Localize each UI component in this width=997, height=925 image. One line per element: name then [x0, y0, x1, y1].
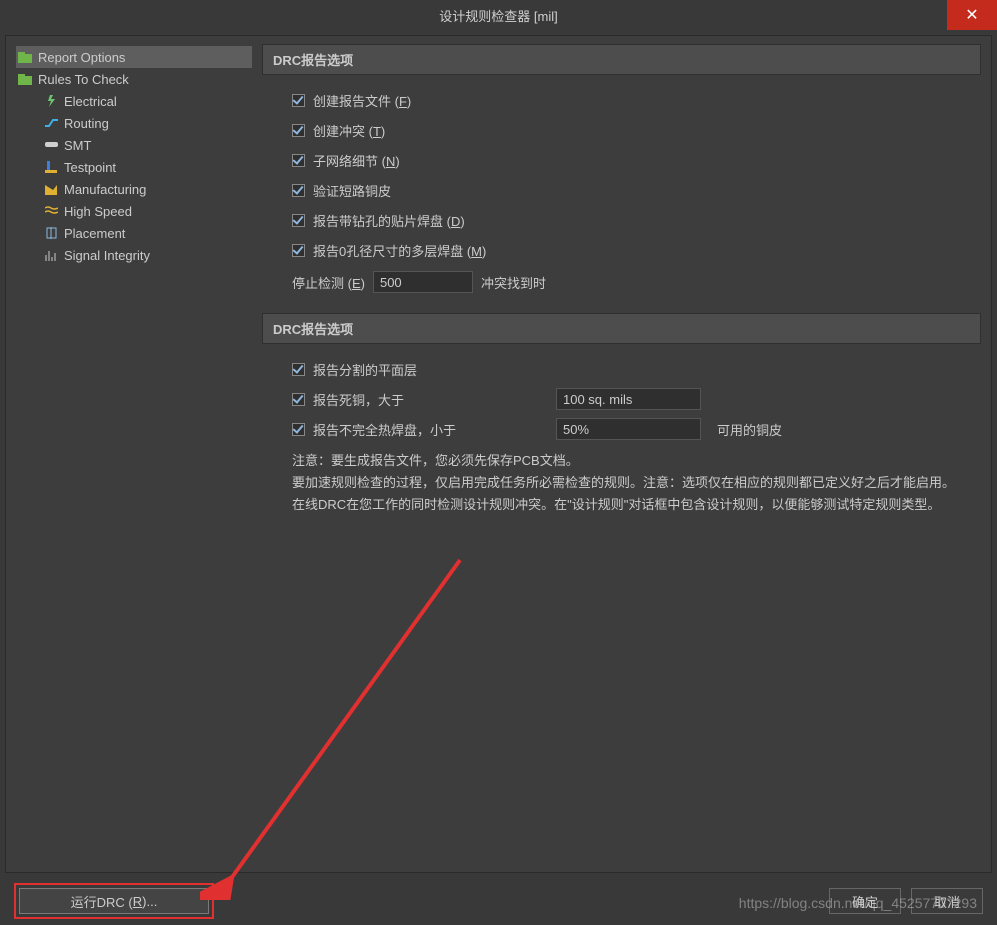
checkbox-icon[interactable]	[292, 214, 305, 227]
sidebar-item-rules-to-check[interactable]: Rules To Check	[16, 68, 252, 90]
checkbox-icon[interactable]	[292, 423, 305, 436]
checkbox-icon[interactable]	[292, 363, 305, 376]
sidebar-item-electrical[interactable]: Electrical	[16, 90, 252, 112]
placement-icon	[44, 227, 58, 239]
sidebar-item-label: Rules To Check	[38, 72, 129, 87]
sidebar-item-label: Manufacturing	[64, 182, 146, 197]
run-highlight: 运行DRC (R)...	[14, 883, 214, 919]
manufacturing-icon	[44, 183, 58, 195]
stop-row: 停止检测 (E) 冲突找到时	[292, 265, 971, 299]
check-split-plane[interactable]: 报告分割的平面层	[292, 354, 971, 384]
sidebar-item-label: Routing	[64, 116, 109, 131]
section2-header: DRC报告选项	[262, 313, 981, 344]
sidebar-item-label: High Speed	[64, 204, 132, 219]
content-panel: DRC报告选项 创建报告文件 (F) 创建冲突 (T) 子网络细节 (N) 验证…	[256, 36, 991, 872]
dead-copper-input[interactable]	[556, 388, 701, 410]
check-thermal-label: 报告不完全热焊盘，小于	[313, 420, 456, 439]
sidebar-item-label: Electrical	[64, 94, 117, 109]
sidebar-item-placement[interactable]: Placement	[16, 222, 252, 244]
smt-icon	[44, 139, 58, 151]
check-create-violations[interactable]: 创建冲突 (T)	[292, 115, 971, 145]
stop-label: 停止检测 (E)	[292, 273, 365, 292]
check-dead-copper-row: 报告死铜，大于	[292, 384, 971, 414]
sidebar-item-routing[interactable]: Routing	[16, 112, 252, 134]
sidebar-item-manufacturing[interactable]: Manufacturing	[16, 178, 252, 200]
check-multilayer-pads[interactable]: 报告0孔径尺寸的多层焊盘 (M)	[292, 235, 971, 265]
checkbox-icon[interactable]	[292, 94, 305, 107]
section1-header: DRC报告选项	[262, 44, 981, 75]
sidebar-item-high-speed[interactable]: High Speed	[16, 200, 252, 222]
sidebar-item-label: Report Options	[38, 50, 125, 65]
checkbox-icon[interactable]	[292, 154, 305, 167]
folder-icon	[18, 51, 32, 63]
stop-input[interactable]	[373, 271, 473, 293]
section1-body: 创建报告文件 (F) 创建冲突 (T) 子网络细节 (N) 验证短路铜皮 报告带…	[262, 75, 981, 313]
testpoint-icon	[44, 161, 58, 173]
thermal-input[interactable]	[556, 418, 701, 440]
check-thermal-row: 报告不完全热焊盘，小于 可用的铜皮	[292, 414, 971, 444]
sidebar-item-label: SMT	[64, 138, 91, 153]
check-subnet-details[interactable]: 子网络细节 (N)	[292, 145, 971, 175]
title-bar: 设计规则检查器 [mil] ✕	[0, 0, 997, 30]
checkbox-icon[interactable]	[292, 184, 305, 197]
sidebar-item-label: Signal Integrity	[64, 248, 150, 263]
sidebar-item-label: Testpoint	[64, 160, 116, 175]
check-create-report[interactable]: 创建报告文件 (F)	[292, 85, 971, 115]
checkbox-icon[interactable]	[292, 393, 305, 406]
checkbox-icon[interactable]	[292, 244, 305, 257]
sidebar-item-report-options[interactable]: Report Options	[16, 46, 252, 68]
check-dead-copper-label: 报告死铜，大于	[313, 390, 404, 409]
window-title: 设计规则检查器 [mil]	[439, 6, 557, 25]
note-text: 注意：要生成报告文件，您必须先保存PCB文档。 要加速规则检查的过程，仅启用完成…	[292, 450, 971, 516]
ok-button[interactable]: 确定	[829, 888, 901, 914]
cancel-button[interactable]: 取消	[911, 888, 983, 914]
check-verify-short-copper[interactable]: 验证短路铜皮	[292, 175, 971, 205]
check-drilled-smt[interactable]: 报告带钻孔的贴片焊盘 (D)	[292, 205, 971, 235]
electrical-icon	[44, 95, 58, 107]
close-button[interactable]: ✕	[947, 0, 997, 30]
sidebar-item-testpoint[interactable]: Testpoint	[16, 156, 252, 178]
high-speed-icon	[44, 205, 58, 217]
signal-icon	[44, 249, 58, 261]
bottom-bar: 运行DRC (R)... 确定 取消	[0, 877, 997, 925]
dialog-body: Report Options Rules To Check Electrical…	[5, 35, 992, 873]
thermal-trail: 可用的铜皮	[717, 420, 782, 439]
sidebar-item-signal-integrity[interactable]: Signal Integrity	[16, 244, 252, 266]
checkbox-icon[interactable]	[292, 124, 305, 137]
routing-icon	[44, 117, 58, 129]
run-drc-button[interactable]: 运行DRC (R)...	[19, 888, 209, 914]
folder-icon	[18, 73, 32, 85]
sidebar: Report Options Rules To Check Electrical…	[6, 36, 256, 872]
section2-body: 报告分割的平面层 报告死铜，大于 报告不完全热焊盘，小于 可用的铜皮 注意：要生…	[262, 344, 981, 530]
close-icon: ✕	[965, 5, 978, 25]
sidebar-item-smt[interactable]: SMT	[16, 134, 252, 156]
sidebar-item-label: Placement	[64, 226, 125, 241]
stop-trail: 冲突找到时	[481, 273, 546, 292]
